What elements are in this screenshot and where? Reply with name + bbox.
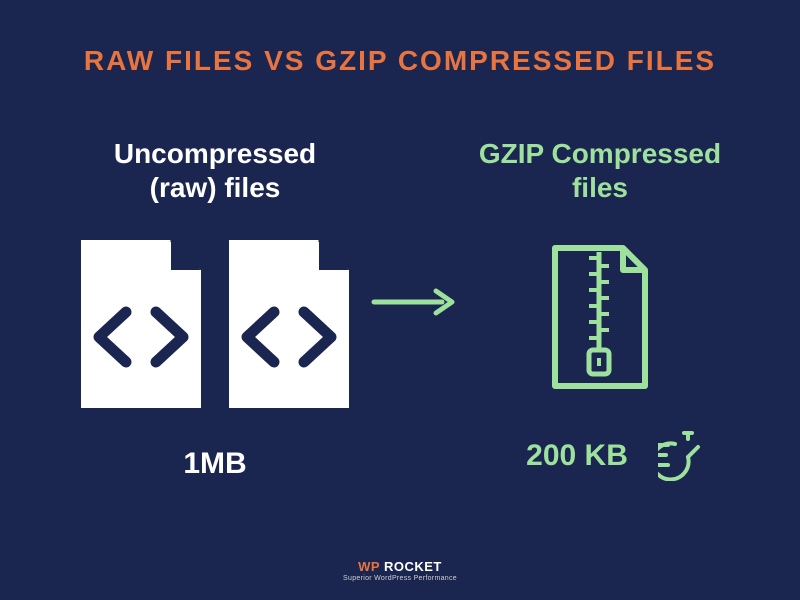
compressed-label-line1: GZIP Compressed	[479, 138, 721, 169]
uncompressed-column: Uncompressed (raw) files	[60, 137, 370, 481]
uncompressed-label: Uncompressed (raw) files	[114, 137, 316, 204]
brand-tagline: Superior WordPress Performance	[343, 575, 457, 582]
compressed-column: GZIP Compressed files	[460, 137, 740, 486]
footer-logo: WP ROCKET Superior WordPress Performance	[343, 559, 457, 582]
arrow-icon	[370, 287, 460, 322]
code-file-icon	[219, 234, 359, 419]
compressed-size: 200 KB	[526, 439, 628, 473]
page-title: RAW FILES VS GZIP COMPRESSED FILES	[0, 0, 800, 77]
raw-files-row	[71, 234, 359, 419]
compressed-label-line2: files	[572, 172, 628, 203]
uncompressed-label-line1: Uncompressed	[114, 138, 316, 169]
brand-rocket: ROCKET	[380, 559, 442, 574]
brand-name: WP ROCKET	[343, 559, 457, 574]
uncompressed-label-line2: (raw) files	[150, 172, 281, 203]
speed-stopwatch-icon	[658, 425, 714, 486]
comparison-container: Uncompressed (raw) files	[0, 77, 800, 486]
zip-file-icon	[545, 242, 655, 397]
uncompressed-size: 1MB	[183, 447, 246, 481]
code-file-icon	[71, 234, 211, 419]
compressed-label: GZIP Compressed files	[479, 137, 721, 204]
brand-wp: WP	[358, 559, 380, 574]
